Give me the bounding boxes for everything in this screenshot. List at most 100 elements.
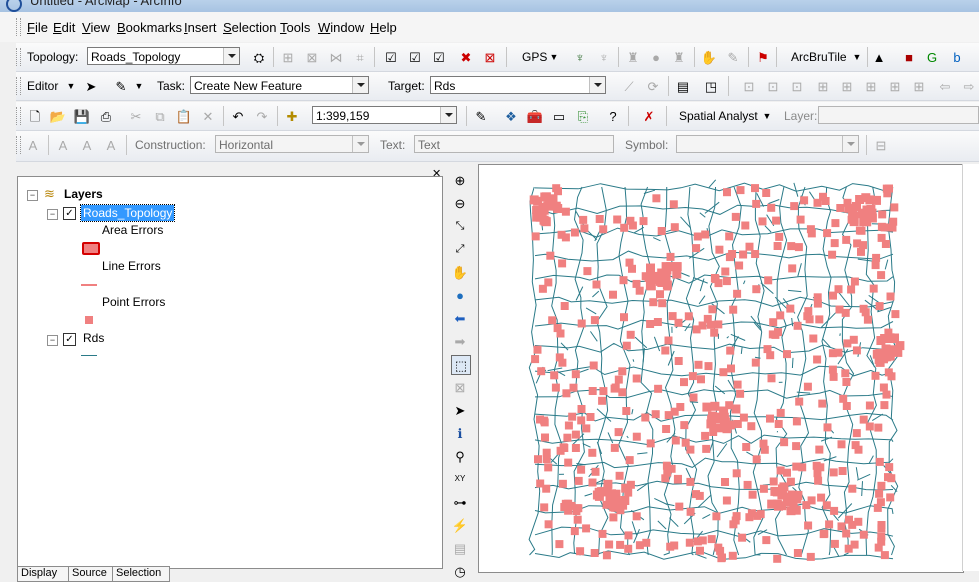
save-icon[interactable]: 💾 bbox=[73, 107, 91, 125]
toolbar-grip[interactable] bbox=[16, 48, 21, 66]
planarize-icon[interactable]: ⊠ bbox=[303, 48, 321, 66]
error-inspector-icon[interactable]: ⊠ bbox=[481, 48, 499, 66]
full-extent-icon[interactable]: ● bbox=[451, 286, 469, 304]
gps-start-icon[interactable]: ♆ bbox=[595, 48, 613, 66]
horizontal-annotation-icon[interactable]: A bbox=[54, 136, 72, 154]
georef-1-icon[interactable]: ⊡ bbox=[740, 77, 758, 95]
toolbar-grip[interactable] bbox=[16, 107, 21, 125]
menu-file[interactable]: File bbox=[27, 20, 48, 35]
pan-icon[interactable]: ✋ bbox=[451, 263, 469, 281]
html-popup-icon[interactable]: ▤ bbox=[451, 539, 469, 557]
tab-source[interactable]: Source bbox=[68, 566, 116, 582]
straight-annotation-icon[interactable]: A bbox=[102, 136, 120, 154]
edit-tool-icon[interactable]: ➤ bbox=[82, 77, 100, 95]
tab-selection[interactable]: Selection bbox=[112, 566, 170, 582]
chevron-down-icon[interactable]: ▼ bbox=[848, 48, 866, 66]
fix-topology-error-icon[interactable]: ✖ bbox=[457, 48, 475, 66]
task-select[interactable]: Create New Feature bbox=[190, 76, 369, 94]
forward-extent-icon[interactable]: ⇨ bbox=[960, 77, 978, 95]
arcbrutile-menu[interactable]: ArcBruTile bbox=[791, 50, 847, 64]
zoom-100-icon[interactable]: ⊞ bbox=[910, 77, 928, 95]
gps-add-point-icon[interactable]: ✎ bbox=[724, 48, 742, 66]
whats-this-icon[interactable]: ? bbox=[604, 107, 622, 125]
map-canvas[interactable] bbox=[479, 165, 963, 572]
copy-icon[interactable]: ⧉ bbox=[151, 107, 169, 125]
delete-feature-icon[interactable]: ✗ bbox=[640, 107, 658, 125]
paste-icon[interactable]: 📋 bbox=[175, 107, 193, 125]
menu-view[interactable]: View bbox=[82, 20, 110, 35]
menu-insert[interactable]: Insert bbox=[184, 20, 217, 35]
gps-open-icon[interactable]: ♆ bbox=[571, 48, 589, 66]
back-extent-icon[interactable]: ⇦ bbox=[936, 77, 954, 95]
map-scale-select[interactable]: 1:399,159 bbox=[312, 106, 457, 124]
arctoolbox-icon[interactable]: 🧰 bbox=[526, 107, 544, 125]
layer-visibility-checkbox[interactable]: ✓ bbox=[63, 333, 76, 346]
select-features-icon[interactable]: ⬚ bbox=[451, 355, 471, 375]
construct-features-icon[interactable]: ⊞ bbox=[279, 48, 297, 66]
symbol-select[interactable] bbox=[676, 135, 859, 153]
edit-annotation-icon[interactable]: A bbox=[24, 136, 42, 154]
gps-log-icon[interactable]: ♜ bbox=[670, 48, 688, 66]
clear-selection-icon[interactable]: ⊠ bbox=[451, 378, 469, 396]
unplaced-annotation-icon[interactable]: ⊟ bbox=[872, 136, 890, 154]
forward-extent-icon[interactable]: ➡ bbox=[451, 332, 469, 350]
find-icon[interactable]: ⚲ bbox=[451, 447, 469, 465]
sketch-tool-icon[interactable]: ✎ bbox=[112, 77, 130, 95]
edit-shared-edges-icon[interactable]: ⋈ bbox=[327, 48, 345, 66]
map-display[interactable] bbox=[478, 164, 964, 573]
toolbar-grip[interactable] bbox=[16, 77, 21, 95]
topology-layer-name[interactable]: Roads_Topology bbox=[81, 205, 174, 221]
open-folder-icon[interactable]: 📂 bbox=[49, 107, 67, 125]
cut-icon[interactable]: ✂ bbox=[127, 107, 145, 125]
rotate-tool-icon[interactable]: ⟳ bbox=[644, 77, 662, 95]
menu-selection[interactable]: Selection bbox=[223, 20, 276, 35]
tab-display[interactable]: Display bbox=[17, 566, 69, 582]
construction-select[interactable]: Horizontal bbox=[215, 135, 369, 153]
gps-pause-icon[interactable]: ● bbox=[647, 48, 665, 66]
editor-menu[interactable]: Editor bbox=[27, 79, 58, 93]
chevron-down-icon[interactable]: ▼ bbox=[62, 77, 80, 95]
validate-extent-icon[interactable]: ☑ bbox=[382, 48, 400, 66]
sketch-properties-icon[interactable]: ◳ bbox=[702, 77, 720, 95]
zoom-out-icon[interactable]: ⊖ bbox=[451, 194, 469, 212]
google-icon[interactable]: G bbox=[923, 48, 941, 66]
chevron-down-icon[interactable]: ▼ bbox=[545, 48, 563, 66]
validate-selection-icon[interactable]: ☑ bbox=[406, 48, 424, 66]
text-input[interactable]: Text bbox=[414, 135, 614, 153]
identify-icon[interactable]: ℹ bbox=[451, 424, 469, 442]
split-tool-icon[interactable]: ⟋ bbox=[620, 77, 638, 95]
measure-icon[interactable]: ⊶ bbox=[451, 493, 469, 511]
validate-topology-icon[interactable]: ☑ bbox=[430, 48, 448, 66]
menu-bookmarks[interactable]: Bookmarks bbox=[117, 20, 182, 35]
zoom-page-icon[interactable]: ⊞ bbox=[862, 77, 880, 95]
follow-feature-icon[interactable]: A bbox=[78, 136, 96, 154]
gps-add-vertex-icon[interactable]: ✋ bbox=[700, 48, 718, 66]
gps-stream-icon[interactable]: ♜ bbox=[624, 48, 642, 66]
topology-edit-icon[interactable]: ⌗ bbox=[351, 48, 369, 66]
rds-layer-name[interactable]: Rds bbox=[83, 331, 104, 345]
map-vertical-scrollbar[interactable] bbox=[962, 164, 979, 571]
menu-tools[interactable]: Tools bbox=[280, 20, 310, 35]
hyperlink-icon[interactable]: ⚡ bbox=[451, 516, 469, 534]
bing-icon[interactable]: b bbox=[948, 48, 966, 66]
arcbrutile-tile-icon[interactable]: ▲ bbox=[870, 48, 888, 66]
attributes-icon[interactable]: ▤ bbox=[674, 77, 692, 95]
collapse-icon[interactable]: − bbox=[47, 335, 58, 346]
layer-select[interactable] bbox=[818, 106, 979, 124]
go-to-xy-icon[interactable]: XY bbox=[451, 470, 469, 488]
fixed-zoom-out-icon[interactable]: ⤢ bbox=[451, 240, 469, 258]
time-slider-icon[interactable]: ◷ bbox=[451, 562, 469, 580]
gps-flag-icon[interactable]: ⚑ bbox=[754, 48, 772, 66]
gps-menu[interactable]: GPS bbox=[522, 50, 547, 64]
spatial-analyst-menu[interactable]: Spatial Analyst bbox=[679, 109, 758, 123]
print-icon[interactable]: ⎙ bbox=[97, 107, 115, 125]
collapse-icon[interactable]: − bbox=[27, 190, 38, 201]
zoom-fixed-out-icon[interactable]: ⊞ bbox=[838, 77, 856, 95]
zoom-fixed-icon[interactable]: ⊞ bbox=[814, 77, 832, 95]
toolbar-grip[interactable] bbox=[16, 136, 21, 154]
layer-visibility-checkbox[interactable]: ✓ bbox=[63, 207, 76, 220]
menu-edit[interactable]: Edit bbox=[53, 20, 75, 35]
back-extent-icon[interactable]: ⬅ bbox=[451, 309, 469, 327]
undo-icon[interactable]: ↶ bbox=[229, 107, 247, 125]
fixed-zoom-in-icon[interactable]: ⤡ bbox=[451, 217, 469, 235]
